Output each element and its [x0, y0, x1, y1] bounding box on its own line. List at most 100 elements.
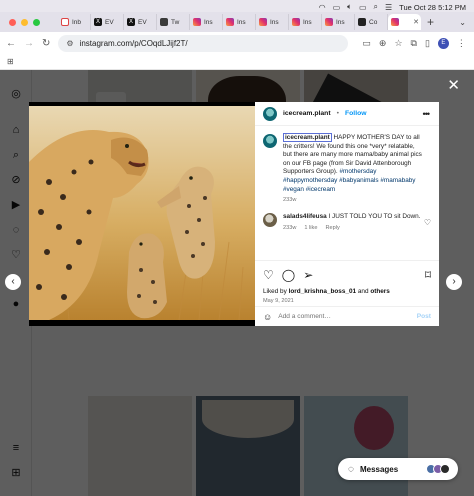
minimize-window-button[interactable] — [21, 18, 28, 26]
messages-avatars — [426, 464, 450, 474]
tab-label: Inb — [72, 18, 82, 26]
instagram-icon — [259, 18, 267, 26]
browser-tab[interactable]: X EV — [91, 14, 124, 30]
caption-text: icecream.plant HAPPY MOTHER'S DAY to all… — [283, 133, 425, 194]
close-tab-icon[interactable]: ✕ — [413, 18, 421, 26]
like-heart-icon[interactable]: ♡ — [263, 268, 274, 282]
messages-label: Messages — [359, 464, 399, 474]
post-header: icecream.plant • Follow ••• — [255, 102, 439, 126]
previous-post-arrow[interactable]: ‹ — [5, 274, 21, 290]
browser-tab[interactable]: Ins — [190, 14, 223, 30]
browser-tab[interactable]: X EV — [124, 14, 157, 30]
address-bar[interactable]: ⚙︎ instagram.com/p/COqdLJijf2T/ — [58, 34, 349, 52]
liked-by-others[interactable]: others — [370, 288, 390, 295]
extensions-icon[interactable]: ⧉ — [411, 38, 417, 49]
volume-icon[interactable]: 🔈︎ — [347, 2, 352, 12]
post-date: May 9, 2021 — [263, 298, 294, 304]
cast-icon[interactable]: ▭ — [362, 38, 371, 49]
browser-toolbar: ← → ↻ ⚙︎ instagram.com/p/COqdLJijf2T/ ▭ … — [0, 32, 474, 54]
search-icon[interactable]: ⌕ — [374, 2, 378, 12]
browser-tab[interactable]: Inb — [58, 14, 91, 30]
tab-strip: Inb X EV X EV Tw Ins Ins Ins Ins Ins Co ✕ … — [0, 12, 474, 32]
instagram-icon — [226, 18, 234, 26]
tab-label: Co — [369, 18, 378, 26]
site-info-icon[interactable]: ⚙︎ — [66, 39, 73, 48]
tab-label: Tw — [171, 18, 180, 26]
caption-username[interactable]: icecream.plant — [283, 133, 332, 142]
author-avatar[interactable] — [263, 106, 277, 121]
caption-author-avatar[interactable] — [263, 134, 277, 148]
author-username[interactable]: icecream.plant — [283, 110, 331, 117]
browser-tab-active[interactable]: ✕ — [388, 14, 421, 30]
bookmark-star-icon[interactable]: ☆ — [394, 38, 402, 49]
next-post-arrow[interactable]: › — [446, 274, 462, 290]
comment-like-heart-icon[interactable]: ♡ — [424, 218, 431, 227]
follow-button[interactable]: Follow — [345, 110, 367, 117]
reload-icon[interactable]: ↻ — [42, 38, 50, 49]
save-bookmark-icon[interactable]: ⌑ — [425, 268, 431, 282]
tab-label: Ins — [270, 18, 279, 26]
comment-bubble-icon[interactable]: ◯ — [282, 268, 295, 282]
commenter-username[interactable]: salads4lifeusa — [283, 213, 327, 220]
comment-meta: 233w 1 like Reply — [283, 225, 423, 231]
browser-tab[interactable]: Tw — [157, 14, 190, 30]
browser-tab[interactable]: Co — [355, 14, 388, 30]
liked-by-user[interactable]: lord_krishna_boss_01 — [289, 288, 357, 295]
more-options-icon[interactable]: ••• — [423, 109, 431, 119]
battery-icon[interactable]: ▭ — [359, 3, 367, 12]
browser-tab[interactable]: Ins — [256, 14, 289, 30]
comment-text: salads4lifeusa I JUST TOLD YOU TO sit Do… — [283, 213, 423, 222]
share-send-icon[interactable]: ➢ — [303, 268, 313, 282]
x-icon: X — [94, 18, 102, 26]
tab-label: Ins — [204, 18, 213, 26]
instagram-icon — [391, 18, 399, 26]
browser-tab[interactable]: Ins — [322, 14, 355, 30]
post-photo[interactable] — [29, 102, 255, 326]
menu-kebab-icon[interactable]: ⋮ — [457, 38, 466, 49]
browser-tab[interactable]: Ins — [223, 14, 256, 30]
tab-label: Ins — [303, 18, 312, 26]
apps-grid-icon[interactable]: ⊞ — [7, 57, 14, 66]
browser-window: ◠ ▭ 🔈︎ ▭ ⌕ ☰ Tue Oct 28 5:12 PM Inb X EV … — [0, 0, 474, 496]
back-icon[interactable]: ← — [6, 38, 16, 49]
cheetah-photo — [29, 106, 255, 321]
emoji-icon[interactable]: ☺ — [263, 312, 272, 322]
instagram-icon — [292, 18, 300, 26]
sidebar-icon[interactable]: ▯ — [425, 38, 430, 49]
menubar-clock: Tue Oct 28 5:12 PM — [399, 2, 466, 12]
tab-label: Ins — [336, 18, 345, 26]
close-modal-icon[interactable]: ✕ — [447, 76, 460, 94]
zoom-icon[interactable]: ⊕ — [379, 38, 387, 49]
comment-input[interactable]: Add a comment… — [278, 313, 331, 320]
wifi-icon[interactable]: ◠ — [319, 3, 326, 12]
post-details-panel: icecream.plant • Follow ••• icecream.pla… — [255, 102, 439, 326]
x-icon: X — [127, 18, 135, 26]
post-comment-button[interactable]: Post — [417, 313, 431, 320]
comment-body: I JUST TOLD YOU TO sit Down. — [326, 213, 421, 221]
forward-icon[interactable]: → — [24, 38, 34, 49]
messages-icon: ◌ — [348, 463, 354, 475]
avatar — [440, 464, 450, 474]
zoom-window-button[interactable] — [33, 18, 40, 26]
display-icon[interactable]: ▭ — [333, 3, 341, 12]
control-center-icon[interactable]: ☰ — [385, 3, 392, 12]
profile-avatar[interactable]: E — [437, 37, 449, 49]
bookmarks-bar: ⊞ — [0, 54, 474, 70]
comment: salads4lifeusa I JUST TOLD YOU TO sit Do… — [255, 203, 439, 231]
commenter-avatar[interactable] — [263, 213, 277, 228]
liked-by: Liked by lord_krishna_boss_01 and others — [263, 288, 431, 295]
comment-reply-button[interactable]: Reply — [325, 225, 339, 231]
tab-label: EV — [105, 18, 114, 26]
messages-button[interactable]: ◌ Messages — [338, 458, 458, 480]
action-icons: ♡ ◯ ➢ ⌑ — [263, 268, 431, 282]
tab-label: Ins — [237, 18, 246, 26]
gmail-icon — [61, 18, 69, 26]
url-text[interactable]: instagram.com/p/COqdLJijf2T/ — [80, 39, 188, 48]
comment-like-count[interactable]: 1 like — [304, 225, 317, 231]
tab-search-icon[interactable]: ⌄ — [459, 18, 466, 27]
close-window-button[interactable] — [9, 18, 16, 26]
browser-tab[interactable]: Ins — [289, 14, 322, 30]
instagram-icon — [193, 18, 201, 26]
instagram-icon — [325, 18, 333, 26]
new-tab-button[interactable]: + — [421, 15, 434, 29]
